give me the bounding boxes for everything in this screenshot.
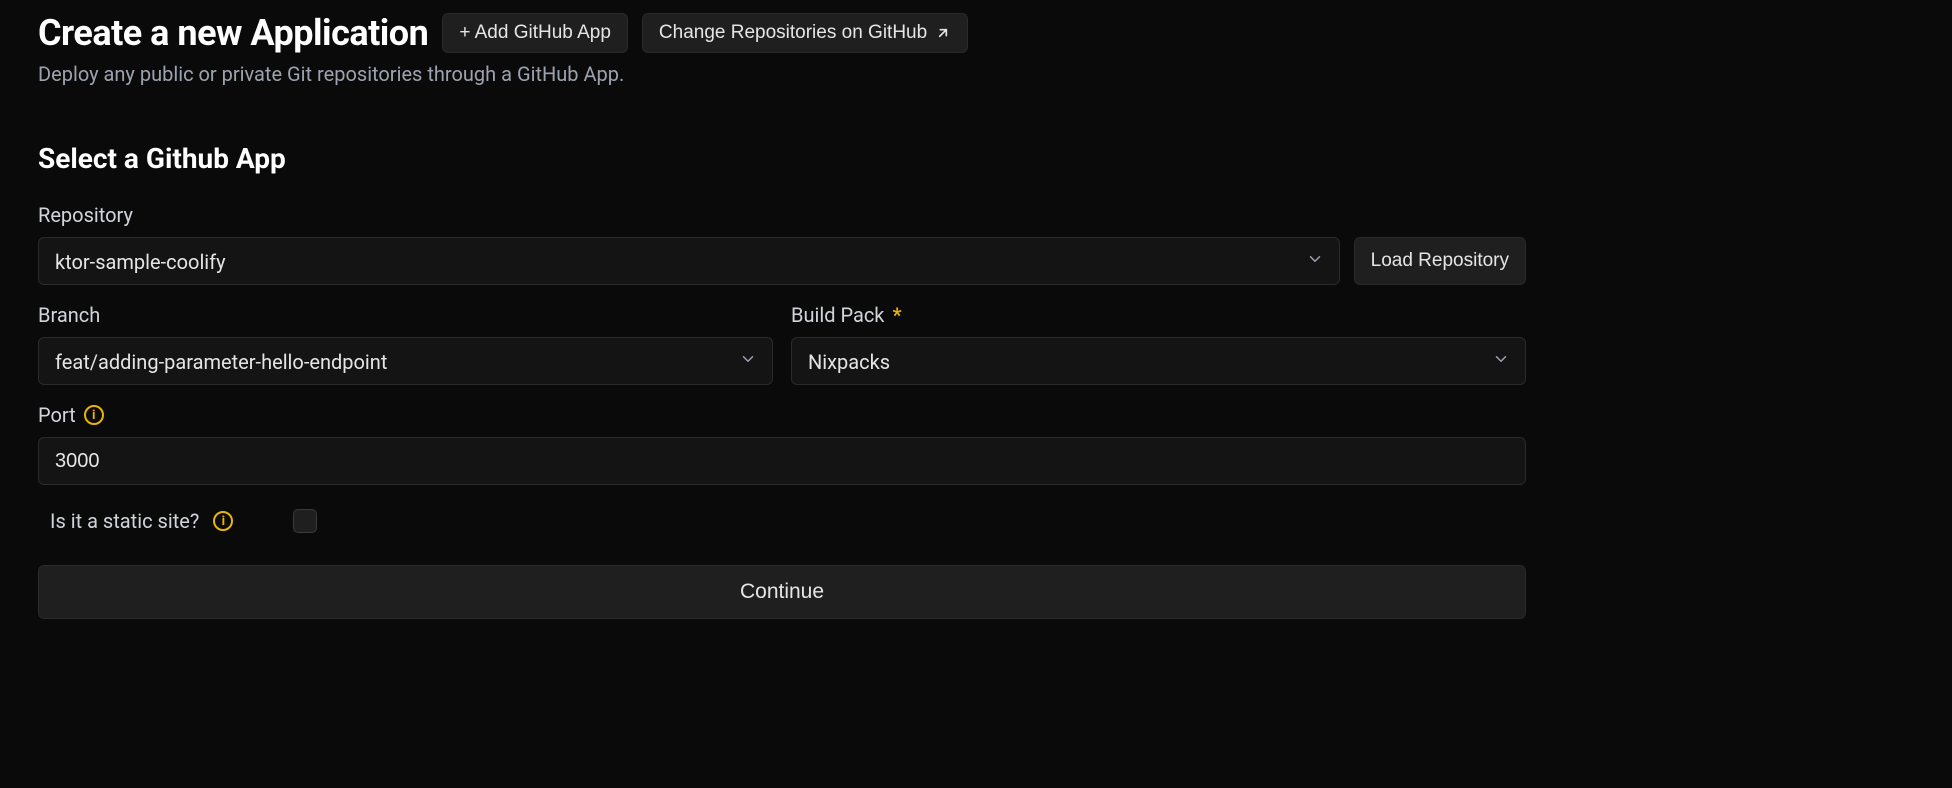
section-title: Select a Github App <box>38 142 1914 175</box>
branch-label: Branch <box>38 303 773 327</box>
change-repos-label: Change Repositories on GitHub <box>659 22 927 44</box>
change-repos-button[interactable]: Change Repositories on GitHub <box>642 13 968 53</box>
static-site-label: Is it a static site? <box>50 509 199 533</box>
add-github-app-button[interactable]: + Add GitHub App <box>442 13 628 53</box>
continue-label: Continue <box>740 580 824 603</box>
static-site-checkbox[interactable] <box>293 509 317 533</box>
repository-select[interactable]: ktor-sample-coolify <box>38 237 1340 285</box>
branch-select[interactable]: feat/adding-parameter-hello-endpoint <box>38 337 773 385</box>
build-pack-select[interactable]: Nixpacks <box>791 337 1526 385</box>
build-pack-label-text: Build Pack <box>791 303 884 327</box>
repository-label: Repository <box>38 203 1526 227</box>
add-github-app-label: + Add GitHub App <box>459 22 611 44</box>
load-repository-label: Load Repository <box>1371 250 1509 272</box>
port-label-text: Port <box>38 403 76 427</box>
page-title: Create a new Application <box>38 12 428 54</box>
continue-button[interactable]: Continue <box>38 565 1526 619</box>
build-pack-label: Build Pack * <box>791 303 1526 327</box>
load-repository-button[interactable]: Load Repository <box>1354 237 1526 285</box>
required-asterisk: * <box>892 303 901 327</box>
page-subtitle: Deploy any public or private Git reposit… <box>38 62 1914 86</box>
info-icon[interactable]: i <box>213 511 233 531</box>
port-label: Port i <box>38 403 1526 427</box>
port-input[interactable] <box>38 437 1526 485</box>
external-link-icon <box>935 25 951 41</box>
info-icon[interactable]: i <box>84 405 104 425</box>
